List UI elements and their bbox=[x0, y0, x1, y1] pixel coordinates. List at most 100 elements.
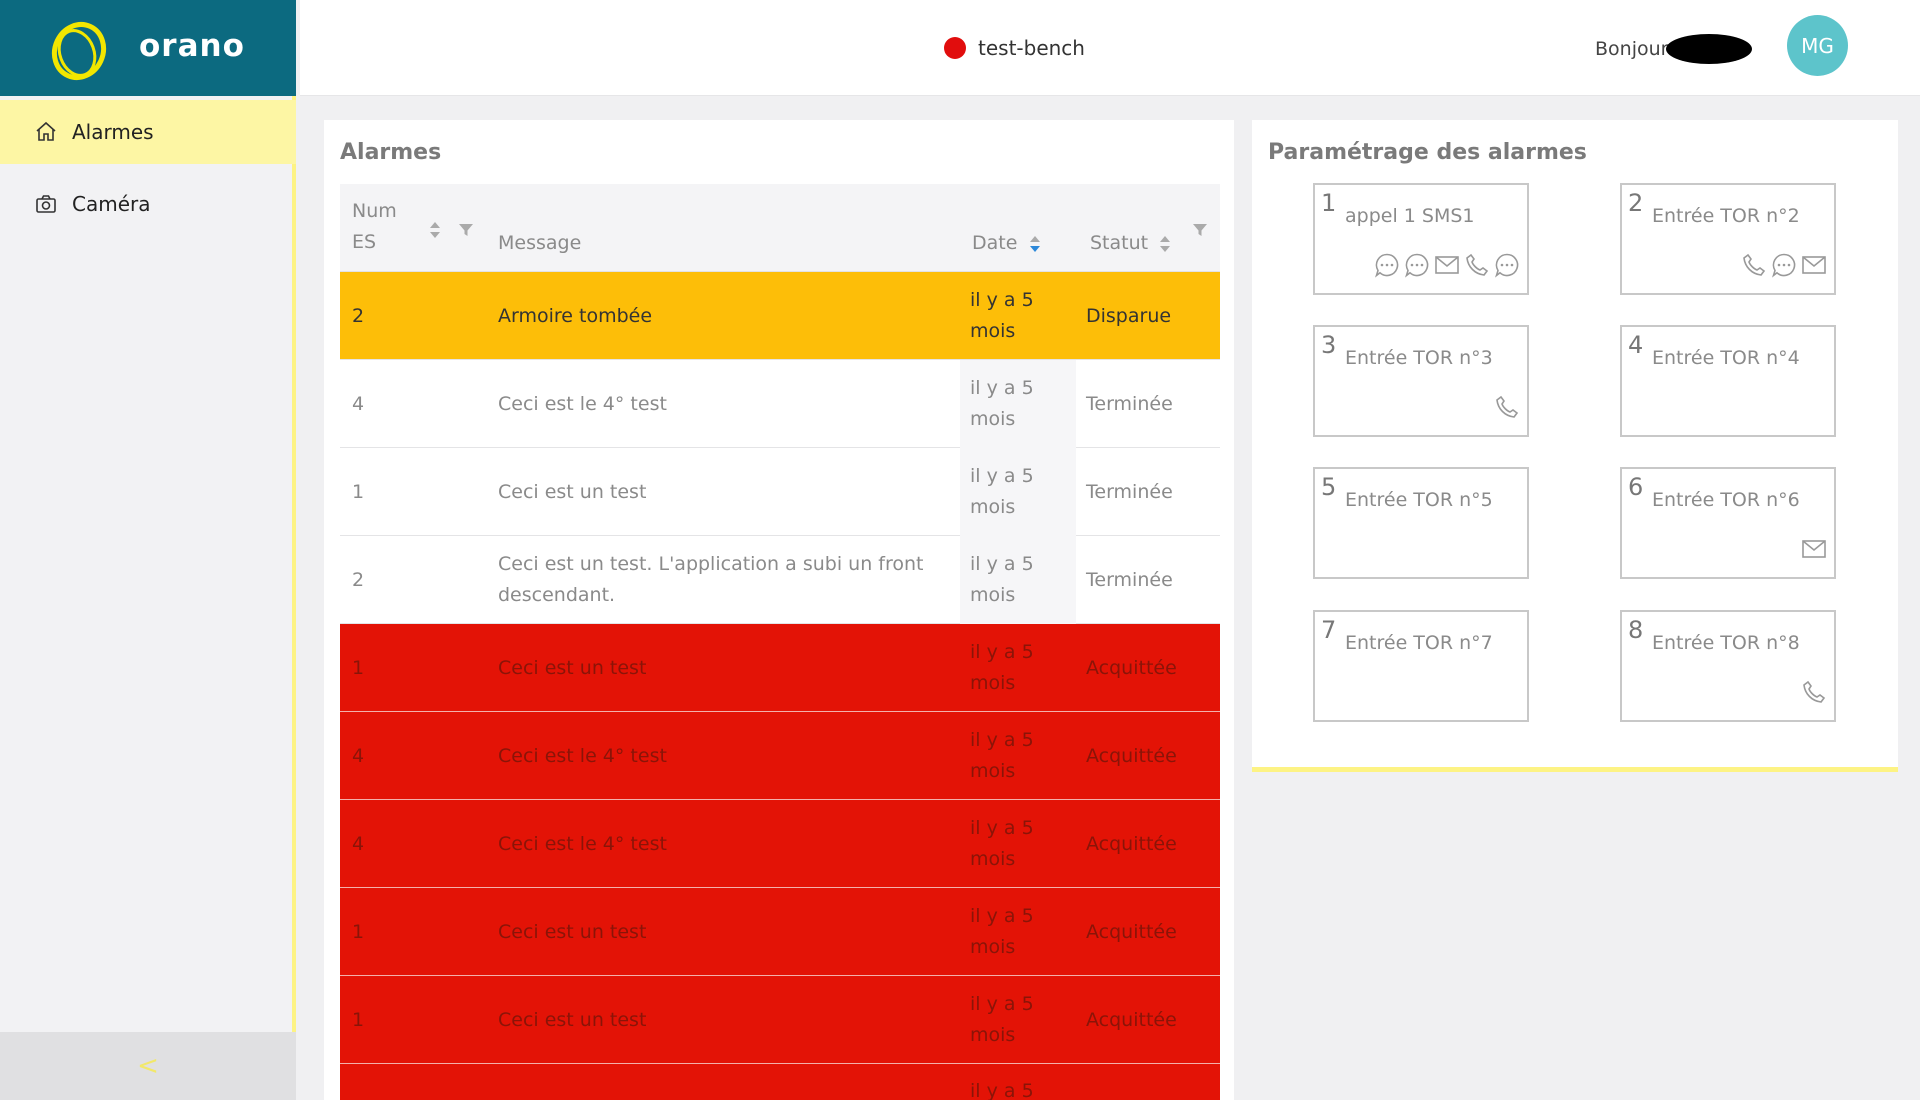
alarms-panel: Alarmes Num ES Message Date Statut 2 Arm… bbox=[324, 120, 1234, 1100]
cell-date: il y a 5 bbox=[970, 1080, 1034, 1100]
chat-icon bbox=[1403, 251, 1431, 283]
sidebar: orano Alarmes Caméra < bbox=[0, 0, 296, 1100]
input-label: Entrée TOR n°6 bbox=[1652, 489, 1800, 511]
redacted-username bbox=[1666, 34, 1752, 64]
device-indicator[interactable]: test-bench bbox=[944, 36, 1085, 60]
input-card-1[interactable]: 1 appel 1 SMS1 bbox=[1313, 183, 1529, 295]
orano-logo-icon bbox=[51, 22, 107, 80]
input-number: 2 bbox=[1628, 189, 1644, 217]
input-number: 5 bbox=[1321, 473, 1337, 501]
table-row[interactable]: 1 Ceci est un test il y a 5 mois Acquitt… bbox=[340, 624, 1220, 712]
alarm-settings-panel: Paramétrage des alarmes 1 appel 1 SMS1 2… bbox=[1252, 120, 1898, 772]
cell-num: 2 bbox=[352, 304, 365, 327]
cell-message: Armoire tombée bbox=[498, 304, 653, 327]
cell-status: Acquittée bbox=[1086, 832, 1177, 855]
input-card-7[interactable]: 7 Entrée TOR n°7 bbox=[1313, 610, 1529, 722]
cell-message: Ceci est le 4° test bbox=[498, 392, 667, 415]
input-label: Entrée TOR n°3 bbox=[1345, 347, 1493, 369]
cell-num: 4 bbox=[352, 744, 365, 767]
cell-date: il y a 5 mois bbox=[970, 729, 1034, 782]
input-card-3[interactable]: 3 Entrée TOR n°3 bbox=[1313, 325, 1529, 437]
cell-message: Ceci est un test bbox=[498, 656, 647, 679]
cell-date: il y a 5 mois bbox=[970, 377, 1034, 430]
sidebar-item-alarmes[interactable]: Alarmes bbox=[0, 100, 296, 164]
avatar[interactable]: MG bbox=[1787, 15, 1848, 76]
notification-icons bbox=[1373, 251, 1521, 283]
column-header-message[interactable]: Message bbox=[498, 228, 581, 259]
cell-status: Acquittée bbox=[1086, 744, 1177, 767]
cell-message: Ceci est le 4° test bbox=[498, 744, 667, 767]
notification-icons bbox=[1800, 678, 1828, 710]
column-header-date[interactable]: Date bbox=[972, 228, 1017, 259]
input-card-8[interactable]: 8 Entrée TOR n°8 bbox=[1620, 610, 1836, 722]
greeting-text: Bonjour bbox=[1595, 38, 1669, 60]
camera-icon bbox=[34, 192, 58, 216]
device-name: test-bench bbox=[978, 36, 1085, 60]
sidebar-collapse-button[interactable]: < bbox=[0, 1032, 296, 1100]
column-header-status[interactable]: Statut bbox=[1090, 228, 1148, 259]
chat-icon bbox=[1373, 251, 1401, 283]
filter-icon[interactable] bbox=[1192, 222, 1208, 238]
table-row[interactable]: 1 Ceci est un test il y a 5 mois Acquitt… bbox=[340, 976, 1220, 1064]
table-row[interactable]: 2 Armoire tombée il y a 5 mois Disparue bbox=[340, 272, 1220, 360]
mail-icon bbox=[1433, 251, 1461, 283]
cell-num: 2 bbox=[352, 568, 365, 591]
cell-status: Terminée bbox=[1086, 392, 1173, 415]
input-card-2[interactable]: 2 Entrée TOR n°2 bbox=[1620, 183, 1836, 295]
sort-icon[interactable] bbox=[1158, 234, 1172, 254]
chevron-left-icon: < bbox=[137, 1051, 159, 1081]
input-label: Entrée TOR n°8 bbox=[1652, 632, 1800, 654]
input-label: Entrée TOR n°5 bbox=[1345, 489, 1493, 511]
chat-icon bbox=[1770, 251, 1798, 283]
cell-num: 1 bbox=[352, 1008, 365, 1031]
cell-status: Terminée bbox=[1086, 480, 1173, 503]
table-row[interactable]: 1 Ceci est un test il y a 5 mois Acquitt… bbox=[340, 888, 1220, 976]
brand-name: orano bbox=[139, 28, 245, 64]
phone-icon bbox=[1463, 251, 1491, 283]
column-header-num-es[interactable]: Num ES bbox=[352, 196, 397, 258]
input-number: 1 bbox=[1321, 189, 1337, 217]
input-number: 7 bbox=[1321, 616, 1337, 644]
panel-title: Alarmes bbox=[340, 140, 442, 165]
cell-message bbox=[498, 1064, 938, 1100]
cell-num: 1 bbox=[352, 656, 365, 679]
cell-date: il y a 5 mois bbox=[970, 465, 1034, 518]
cell-message: Ceci est un test bbox=[498, 920, 647, 943]
input-card-6[interactable]: 6 Entrée TOR n°6 bbox=[1620, 467, 1836, 579]
mail-icon bbox=[1800, 535, 1828, 567]
notification-icons bbox=[1740, 251, 1828, 283]
table-row[interactable]: 4 Ceci est le 4° test il y a 5 mois Term… bbox=[340, 360, 1220, 448]
chat-icon bbox=[1493, 251, 1521, 283]
cell-date: il y a 5 mois bbox=[970, 817, 1034, 870]
alarms-table: Num ES Message Date Statut 2 Armoire tom… bbox=[340, 184, 1220, 1100]
table-row[interactable]: 1 Ceci est un test il y a 5 mois Terminé… bbox=[340, 448, 1220, 536]
input-card-4[interactable]: 4 Entrée TOR n°4 bbox=[1620, 325, 1836, 437]
cell-date: il y a 5 mois bbox=[970, 641, 1034, 694]
home-icon bbox=[34, 120, 58, 144]
cell-message: Ceci est un test. L'application a subi u… bbox=[498, 553, 924, 606]
device-status-dot bbox=[944, 37, 966, 59]
cell-num: 1 bbox=[352, 480, 365, 503]
sidebar-item-camera[interactable]: Caméra bbox=[0, 172, 296, 236]
table-body: 2 Armoire tombée il y a 5 mois Disparue … bbox=[340, 272, 1220, 1100]
sort-desc-icon[interactable] bbox=[1028, 234, 1042, 254]
table-row[interactable]: 4 Ceci est le 4° test il y a 5 mois Acqu… bbox=[340, 800, 1220, 888]
table-row[interactable]: 2 Ceci est un test. L'application a subi… bbox=[340, 536, 1220, 624]
cell-status: Disparue bbox=[1086, 304, 1172, 327]
sort-icon[interactable] bbox=[428, 220, 442, 240]
cell-status: Acquittée bbox=[1086, 1008, 1177, 1031]
cell-num: 4 bbox=[352, 832, 365, 855]
table-row[interactable]: 4 Ceci est le 4° test il y a 5 mois Acqu… bbox=[340, 712, 1220, 800]
table-row[interactable]: il y a 5 bbox=[340, 1064, 1220, 1100]
cell-num: 4 bbox=[352, 392, 365, 415]
panel-title: Paramétrage des alarmes bbox=[1268, 140, 1587, 165]
brand-logo[interactable]: orano bbox=[0, 0, 296, 96]
mail-icon bbox=[1800, 251, 1828, 283]
filter-icon[interactable] bbox=[458, 222, 474, 238]
cell-status: Terminée bbox=[1086, 568, 1173, 591]
cell-date: il y a 5 mois bbox=[970, 993, 1034, 1046]
input-card-5[interactable]: 5 Entrée TOR n°5 bbox=[1313, 467, 1529, 579]
cell-message: Ceci est un test bbox=[498, 480, 647, 503]
input-label: Entrée TOR n°2 bbox=[1652, 205, 1800, 227]
cell-date: il y a 5 mois bbox=[970, 553, 1034, 606]
